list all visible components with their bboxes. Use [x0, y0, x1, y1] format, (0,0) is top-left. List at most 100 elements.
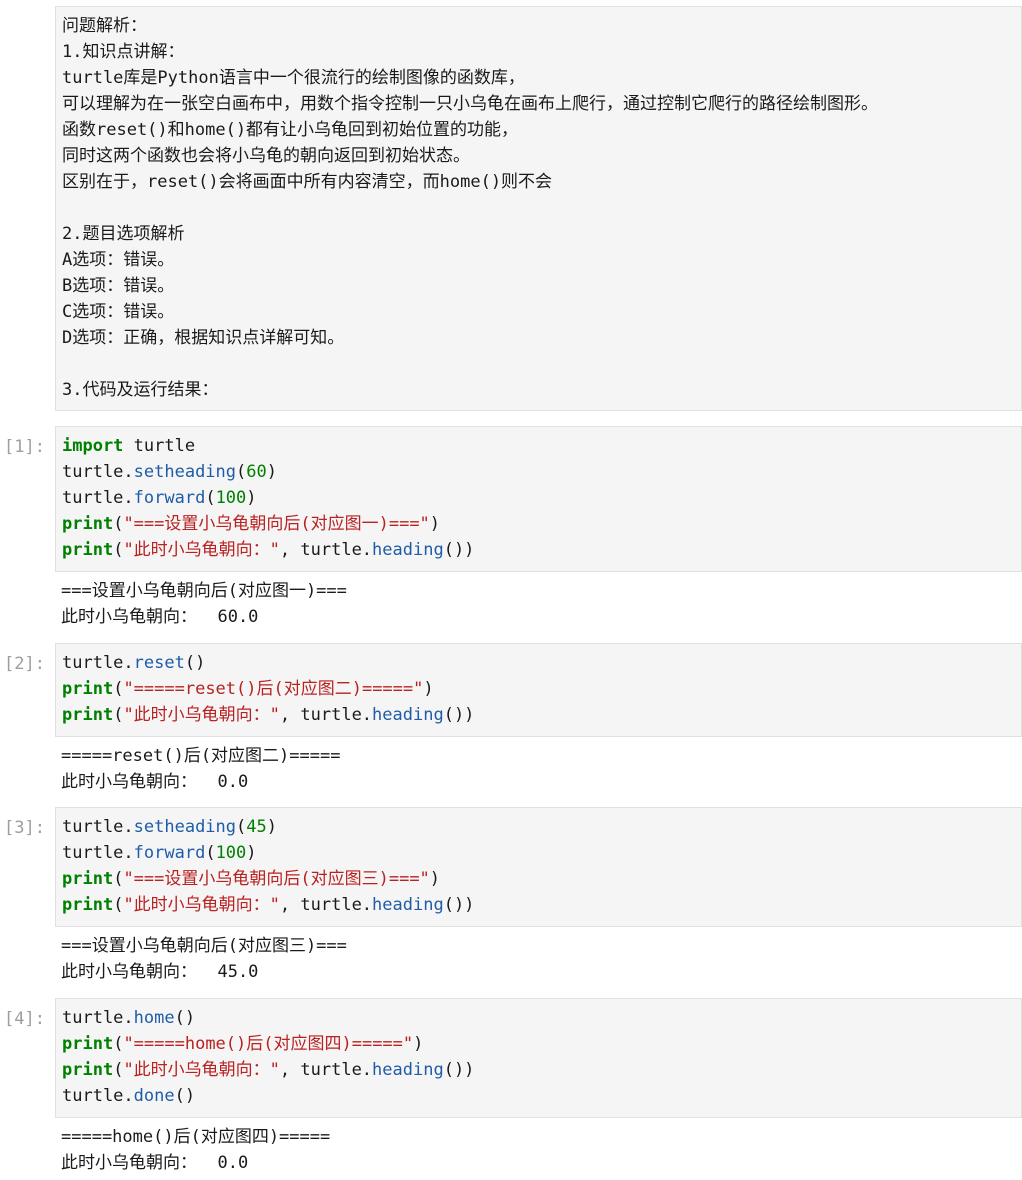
code-token: ()) [443, 1060, 475, 1080]
cell-prompt: [4]: [4, 1009, 45, 1029]
code-token: 60 [246, 462, 267, 482]
code-token: print [62, 1034, 114, 1054]
code-line: turtle.done() [62, 1083, 1021, 1109]
code-token: ) [266, 462, 277, 482]
code-token: ( [113, 540, 124, 560]
markdown-line [62, 195, 1021, 221]
code-token: turtle. [62, 817, 134, 837]
code-token: print [62, 514, 114, 534]
code-token: ( [113, 895, 124, 915]
markdown-line: 可以理解为在一张空白画布中，用数个指令控制一只小乌龟在画布上爬行，通过控制它爬行… [62, 94, 878, 114]
code-token: ()) [443, 895, 475, 915]
code-token: turtle. [62, 653, 134, 673]
output-line: 此时小乌龟朝向： 60.0 [61, 607, 259, 627]
code-token: heading [372, 540, 444, 560]
markdown-line: 2.题目选项解析 [62, 224, 185, 244]
cell-prompt: [1]: [4, 437, 45, 457]
cell-output: =====reset()后(对应图二)===== 此时小乌龟朝向： 0.0 [55, 739, 1022, 795]
code-token: turtle. [62, 1008, 134, 1028]
code-token: turtle. [62, 1086, 134, 1106]
cell-output: ===设置小乌龟朝向后(对应图一)=== 此时小乌龟朝向： 60.0 [55, 574, 1022, 630]
code-token: ( [205, 488, 216, 508]
code-token: "=====home()后(对应图四)=====" [123, 1034, 414, 1054]
code-line: print("此时小乌龟朝向：", turtle.heading()) [62, 1057, 1021, 1083]
code-token: 100 [215, 843, 247, 863]
cell-prompt: [3]: [4, 818, 45, 838]
code-token: ( [113, 1060, 124, 1080]
markdown-line: 同时这两个函数也会将小乌龟的朝向返回到初始状态。 [62, 146, 470, 166]
code-line: print("此时小乌龟朝向：", turtle.heading()) [62, 892, 1021, 918]
code-token: 45 [246, 817, 267, 837]
code-token: , turtle. [279, 895, 373, 915]
code-token: turtle. [62, 488, 134, 508]
code-token: ) [246, 843, 257, 863]
code-line: print("此时小乌龟朝向：", turtle.heading()) [62, 537, 1021, 563]
code-token: "===设置小乌龟朝向后(对应图三)===" [123, 869, 430, 889]
code-line: print("=====home()后(对应图四)=====") [62, 1031, 1021, 1057]
code-line: print("=====reset()后(对应图二)=====") [62, 676, 1021, 702]
code-token: ) [266, 817, 277, 837]
code-token: , turtle. [279, 540, 373, 560]
code-token: ) [423, 679, 434, 699]
code-token: print [62, 869, 114, 889]
markdown-line: A选项：错误。 [62, 250, 175, 270]
code-line: turtle.forward(100) [62, 485, 1021, 511]
code-token: () [184, 653, 206, 673]
output-line: 此时小乌龟朝向： 45.0 [61, 962, 259, 982]
code-token: ) [246, 488, 257, 508]
code-token: import [62, 436, 124, 456]
code-token: "此时小乌龟朝向：" [123, 705, 280, 725]
output-line: ===设置小乌龟朝向后(对应图一)=== [61, 581, 347, 601]
code-line: import turtle [62, 433, 1021, 459]
code-token: 100 [215, 488, 247, 508]
cell-prompt: [2]: [4, 654, 45, 674]
code-token: turtle [123, 436, 196, 456]
code-token: heading [372, 705, 444, 725]
code-token: "此时小乌龟朝向：" [123, 540, 280, 560]
code-token: print [62, 540, 114, 560]
code-input[interactable]: import turtle turtle.setheading(60) turtle… [55, 426, 1022, 572]
code-token: print [62, 1060, 114, 1080]
code-token: ) [413, 1034, 424, 1054]
code-token: home [133, 1008, 175, 1028]
markdown-cell[interactable]: 问题解析： 1.知识点讲解： turtle库是Python语言中一个很流行的绘制… [55, 6, 1022, 411]
code-token: , turtle. [279, 705, 373, 725]
markdown-line: 函数reset()和home()都有让小乌龟回到初始位置的功能， [62, 120, 519, 140]
output-line: 此时小乌龟朝向： 0.0 [61, 1153, 249, 1173]
notebook: 问题解析： 1.知识点讲解： turtle库是Python语言中一个很流行的绘制… [0, 0, 1022, 1180]
code-input[interactable]: turtle.setheading(45) turtle.forward(100)… [55, 807, 1022, 927]
output-line: 此时小乌龟朝向： 0.0 [61, 772, 249, 792]
output-line: =====reset()后(对应图二)===== [61, 746, 341, 766]
markdown-line: turtle库是Python语言中一个很流行的绘制图像的函数库， [62, 68, 525, 88]
code-input[interactable]: turtle.home() print("=====home()后(对应图四)==… [55, 998, 1022, 1118]
markdown-line: B选项：错误。 [62, 276, 175, 296]
code-token: print [62, 895, 114, 915]
code-token: turtle. [62, 843, 134, 863]
code-token: done [133, 1086, 175, 1106]
code-token: ( [113, 679, 124, 699]
code-token: ( [236, 817, 247, 837]
markdown-line: C选项：错误。 [62, 302, 175, 322]
markdown-line: 问题解析： [62, 16, 147, 36]
code-token: ( [113, 705, 124, 725]
code-input[interactable]: turtle.reset() print("=====reset()后(对应图二)… [55, 643, 1022, 737]
code-token: () [174, 1086, 196, 1106]
markdown-line: 1.知识点讲解： [62, 42, 185, 62]
code-token: , turtle. [279, 1060, 373, 1080]
code-token: ) [429, 514, 441, 534]
code-token: heading [372, 1060, 444, 1080]
code-line: turtle.setheading(45) [62, 814, 1021, 840]
code-line: turtle.home() [62, 1005, 1021, 1031]
output-line: ===设置小乌龟朝向后(对应图三)=== [61, 936, 347, 956]
code-token: forward [133, 488, 206, 508]
code-token: ) [429, 869, 441, 889]
code-token: heading [372, 895, 444, 915]
code-line: turtle.forward(100) [62, 840, 1021, 866]
code-token: "=====reset()后(对应图二)=====" [123, 679, 424, 699]
output-line: =====home()后(对应图四)===== [61, 1127, 331, 1147]
code-line: turtle.setheading(60) [62, 459, 1021, 485]
code-token: () [174, 1008, 196, 1028]
code-token: setheading [133, 817, 237, 837]
code-token: setheading [133, 462, 237, 482]
code-token: "此时小乌龟朝向：" [123, 1060, 280, 1080]
